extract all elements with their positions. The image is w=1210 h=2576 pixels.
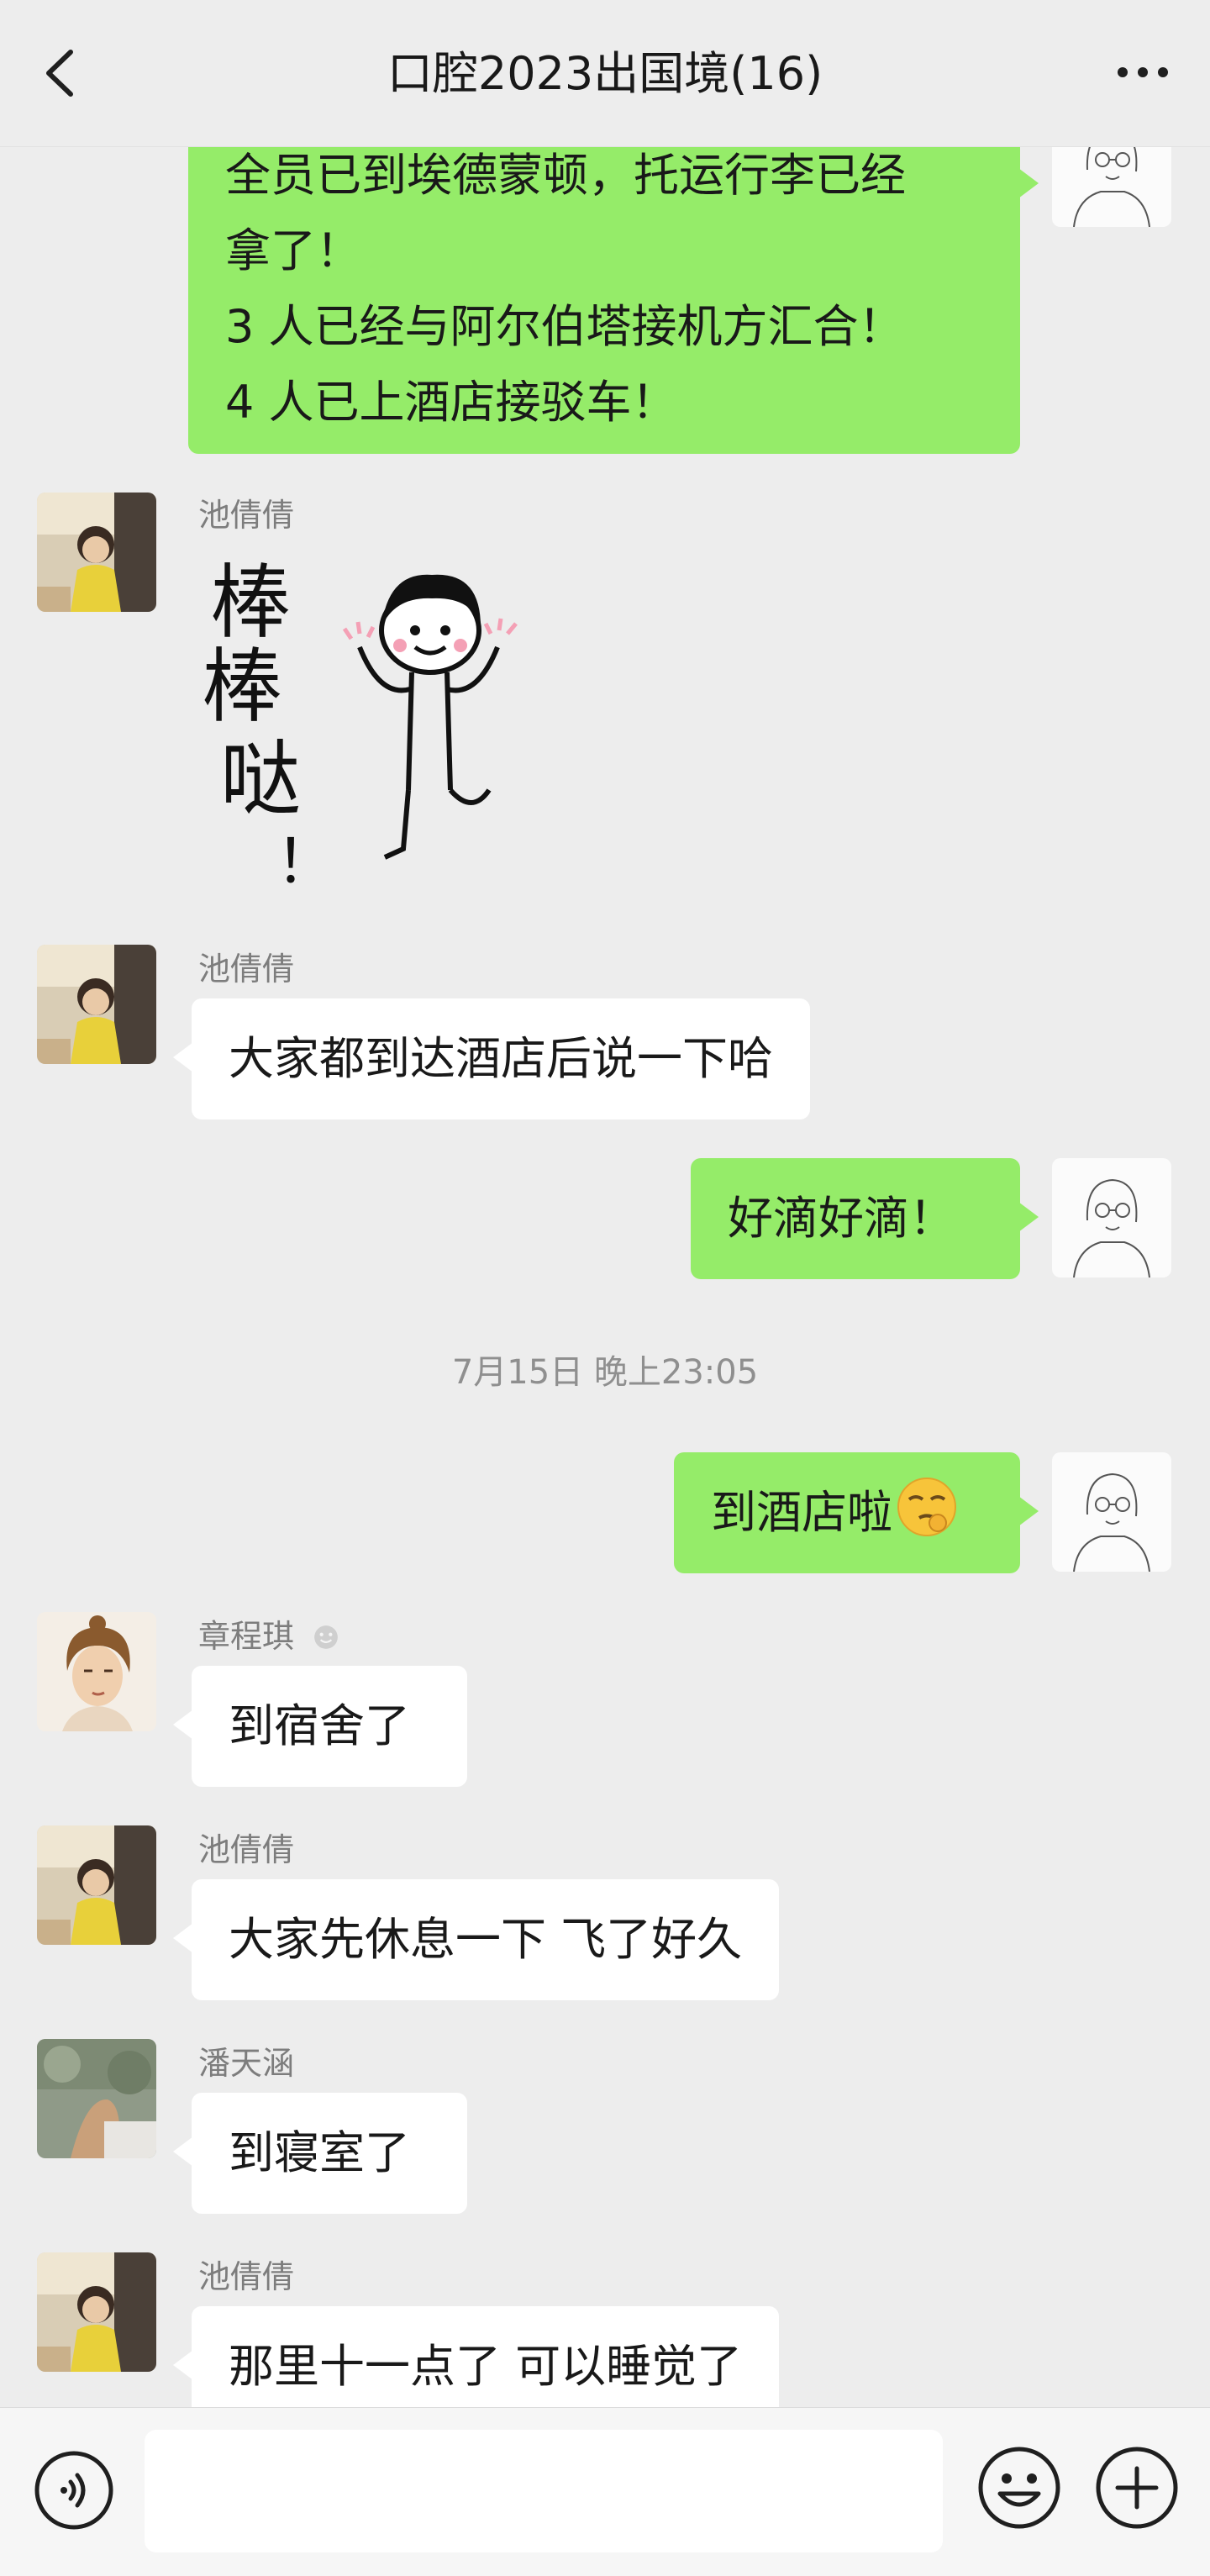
my-avatar[interactable] <box>1052 1452 1171 1572</box>
avatar-zhang-chengqi[interactable] <box>37 1612 156 1731</box>
voice-icon <box>34 2451 113 2530</box>
more-functions-button[interactable] <box>1092 2443 1181 2532</box>
emoji-button[interactable] <box>975 2443 1064 2532</box>
avatar-chi-qianqian[interactable] <box>37 2252 156 2372</box>
message-bubble-incoming[interactable]: 大家都到达酒店后说一下哈 <box>173 998 810 1119</box>
status-smiley-icon <box>314 1625 338 1649</box>
message-bubble-outgoing[interactable]: 到酒店啦 <box>674 1452 1039 1573</box>
sticker-char: 棒 <box>210 556 291 650</box>
message-bubble-outgoing[interactable]: 全员已到埃德蒙顿，托运行李已经 拿了！ 3 人已经与阿尔伯塔接机方汇合！ 4 人… <box>188 124 1039 454</box>
my-avatar[interactable] <box>1052 1158 1171 1277</box>
sender-name-text: 章程琪 <box>198 1618 295 1655</box>
sender-name: 池倩倩 <box>198 2258 295 2295</box>
message-bubble-incoming[interactable]: 到宿舍了 <box>173 1666 467 1787</box>
avatar-chi-qianqian[interactable] <box>37 1825 156 1945</box>
sender-name: 章程琪 <box>198 1615 339 1657</box>
message-bubble-incoming[interactable]: 大家先休息一下 飞了好久 <box>172 1879 780 2000</box>
message-bubble-incoming[interactable]: 那里十一点了 可以睡觉了 <box>172 2306 780 2407</box>
photo-avatar-icon <box>37 493 156 612</box>
sticker-char: ！ <box>276 826 336 897</box>
sketch-portrait-icon <box>1052 1452 1171 1572</box>
photo-avatar-icon <box>37 945 156 1064</box>
smirk-emoji-icon <box>897 1478 956 1536</box>
chat-title: 口腔2023出国境(16) <box>387 47 823 100</box>
sender-name: 池倩倩 <box>198 1831 295 1868</box>
sticker-image[interactable]: 棒 棒 哒 ！ <box>195 546 565 916</box>
illustrated-avatar-icon <box>37 1612 156 1731</box>
message-line: 拿了！ <box>225 224 361 277</box>
avatar-chi-qianqian[interactable] <box>37 493 156 612</box>
message-line: 4 人已上酒店接驳车！ <box>225 376 677 429</box>
message-line: 3 人已经与阿尔伯塔接机方汇合！ <box>225 300 904 353</box>
photo-avatar-icon <box>37 2039 156 2158</box>
sender-name: 池倩倩 <box>198 951 295 988</box>
sender-name: 池倩倩 <box>198 497 295 534</box>
emoji-icon <box>978 2447 1060 2529</box>
photo-avatar-icon <box>37 1825 156 1945</box>
voice-button[interactable] <box>32 2448 116 2532</box>
avatar-pan-tianhan[interactable] <box>37 2039 156 2158</box>
sketch-portrait-icon <box>1052 1158 1171 1277</box>
message-bubble-outgoing[interactable]: 好滴好滴！ <box>691 1158 1039 1279</box>
chat-area[interactable]: 全员已到埃德蒙顿，托运行李已经 拿了！ 3 人已经与阿尔伯塔接机方汇合！ 4 人… <box>0 0 1210 2407</box>
message-input[interactable] <box>145 2430 943 2552</box>
message-bubble-incoming[interactable]: 到寝室了 <box>173 2093 467 2214</box>
sticker-char: 棒 <box>202 640 282 734</box>
more-button[interactable] <box>1109 55 1176 89</box>
timestamp: 7月15日 晚上23:05 <box>451 1353 759 1392</box>
sticker-char: 哒 <box>220 732 301 826</box>
sender-name: 潘天涵 <box>198 2045 295 2082</box>
chat-header: 口腔2023出国境(16) <box>0 0 1210 147</box>
ellipsis-icon <box>1118 67 1168 77</box>
plus-icon <box>1096 2447 1178 2529</box>
input-bar <box>0 2407 1210 2576</box>
avatar-chi-qianqian[interactable] <box>37 945 156 1064</box>
photo-avatar-icon <box>37 2252 156 2372</box>
message-line: 全员已到埃德蒙顿，托运行李已经 <box>225 149 906 202</box>
message-text: 到酒店啦 <box>711 1486 892 1539</box>
